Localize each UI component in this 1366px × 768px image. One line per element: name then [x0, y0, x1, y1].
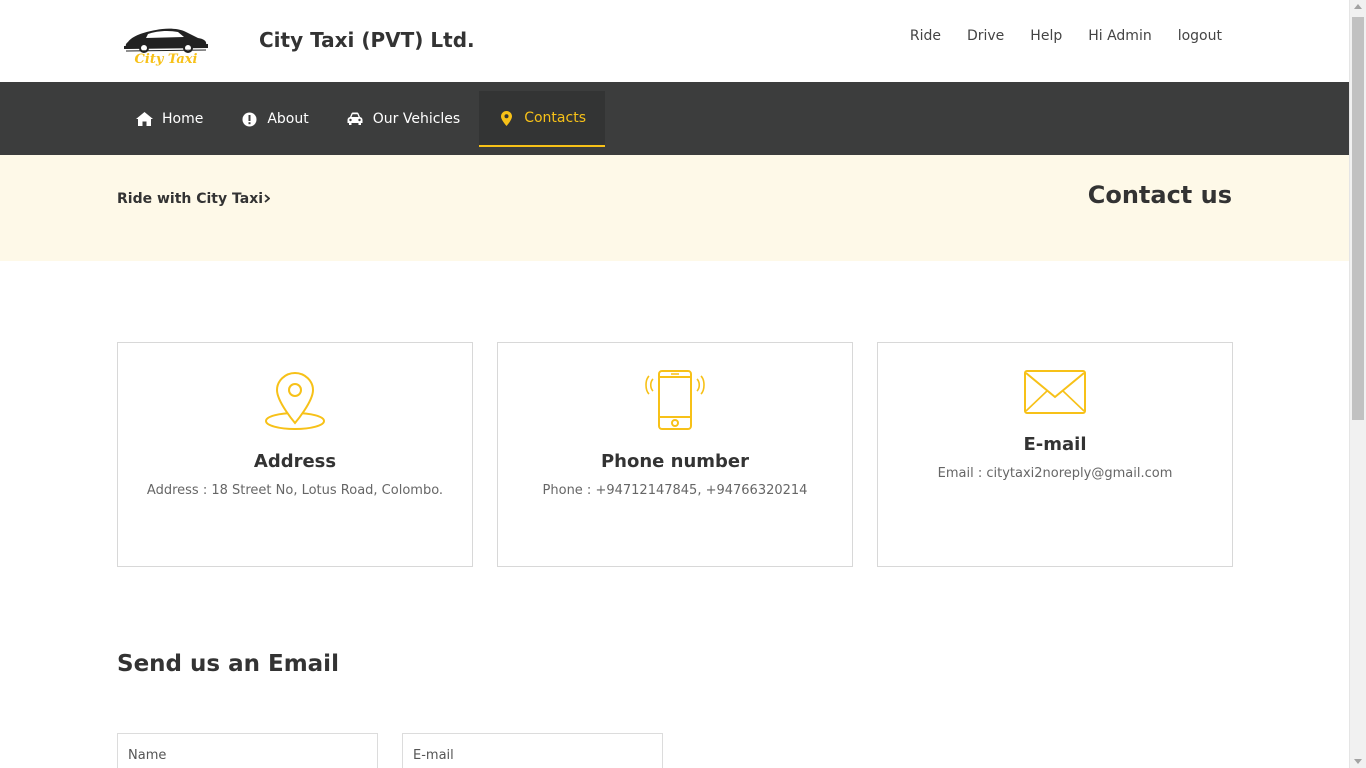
top-header: City Taxi City Taxi (PVT) Ltd. Ride Driv…: [0, 0, 1349, 82]
nav-item-label: Home: [162, 111, 204, 127]
logo-text: City Taxi: [135, 52, 198, 67]
home-icon: [136, 111, 153, 127]
name-input[interactable]: [117, 733, 378, 768]
email-form-row: [117, 733, 663, 768]
top-link-help[interactable]: Help: [1030, 28, 1062, 44]
page-banner: Ride with City Taxi Contact us: [0, 155, 1349, 261]
card-text: Email : citytaxi2noreply@gmail.com: [937, 466, 1173, 481]
card-title: Address: [253, 451, 337, 472]
phone-icon: [498, 369, 852, 433]
info-icon: [241, 111, 258, 127]
location-pin-icon: [118, 369, 472, 433]
email-card: E-mail Email : citytaxi2noreply@gmail.co…: [877, 342, 1233, 567]
address-card: Address Address : 18 Street No, Lotus Ro…: [117, 342, 473, 567]
card-title: E-mail: [1023, 434, 1087, 455]
breadcrumb[interactable]: Ride with City Taxi: [117, 191, 271, 207]
breadcrumb-label: Ride with City Taxi: [117, 191, 264, 207]
card-text: Phone : +94712147845, +94766320214: [542, 483, 808, 498]
nav-item-our-vehicles[interactable]: Our Vehicles: [328, 91, 479, 147]
scroll-up-arrow-icon[interactable]: [1354, 4, 1362, 9]
main-navbar: Home About Our Vehicles Contacts: [0, 82, 1349, 155]
car-icon: [347, 111, 364, 127]
phone-card: Phone number Phone : +94712147845, +9476…: [497, 342, 853, 567]
page-title: Contact us: [1087, 181, 1232, 209]
nav-item-about[interactable]: About: [222, 91, 327, 147]
vertical-scrollbar[interactable]: [1349, 0, 1366, 768]
nav-items: Home About Our Vehicles Contacts: [117, 91, 605, 147]
card-text: Address : 18 Street No, Lotus Road, Colo…: [146, 483, 444, 498]
top-link-ride[interactable]: Ride: [910, 28, 941, 44]
map-pin-icon: [498, 110, 515, 126]
nav-item-home[interactable]: Home: [117, 91, 222, 147]
send-email-title: Send us an Email: [117, 651, 339, 677]
brand-title: City Taxi (PVT) Ltd.: [259, 28, 475, 52]
city-taxi-logo[interactable]: City Taxi: [122, 18, 210, 68]
nav-item-contacts[interactable]: Contacts: [479, 91, 605, 147]
email-input[interactable]: [402, 733, 663, 768]
scrollbar-thumb[interactable]: [1352, 17, 1364, 420]
nav-item-label: Our Vehicles: [372, 111, 461, 127]
top-link-logout[interactable]: logout: [1178, 28, 1222, 44]
nav-item-label: About: [267, 111, 309, 127]
envelope-icon: [878, 369, 1232, 415]
top-link-hi-admin[interactable]: Hi Admin: [1088, 28, 1152, 44]
nav-item-label: Contacts: [524, 110, 586, 126]
card-title: Phone number: [600, 451, 750, 472]
scroll-down-arrow-icon[interactable]: [1354, 759, 1362, 764]
page: City Taxi City Taxi (PVT) Ltd. Ride Driv…: [0, 0, 1349, 768]
chevron-right-icon: [264, 192, 271, 206]
top-links: Ride Drive Help Hi Admin logout: [910, 28, 1222, 44]
top-link-drive[interactable]: Drive: [967, 28, 1004, 44]
contact-cards: Address Address : 18 Street No, Lotus Ro…: [117, 342, 1233, 567]
